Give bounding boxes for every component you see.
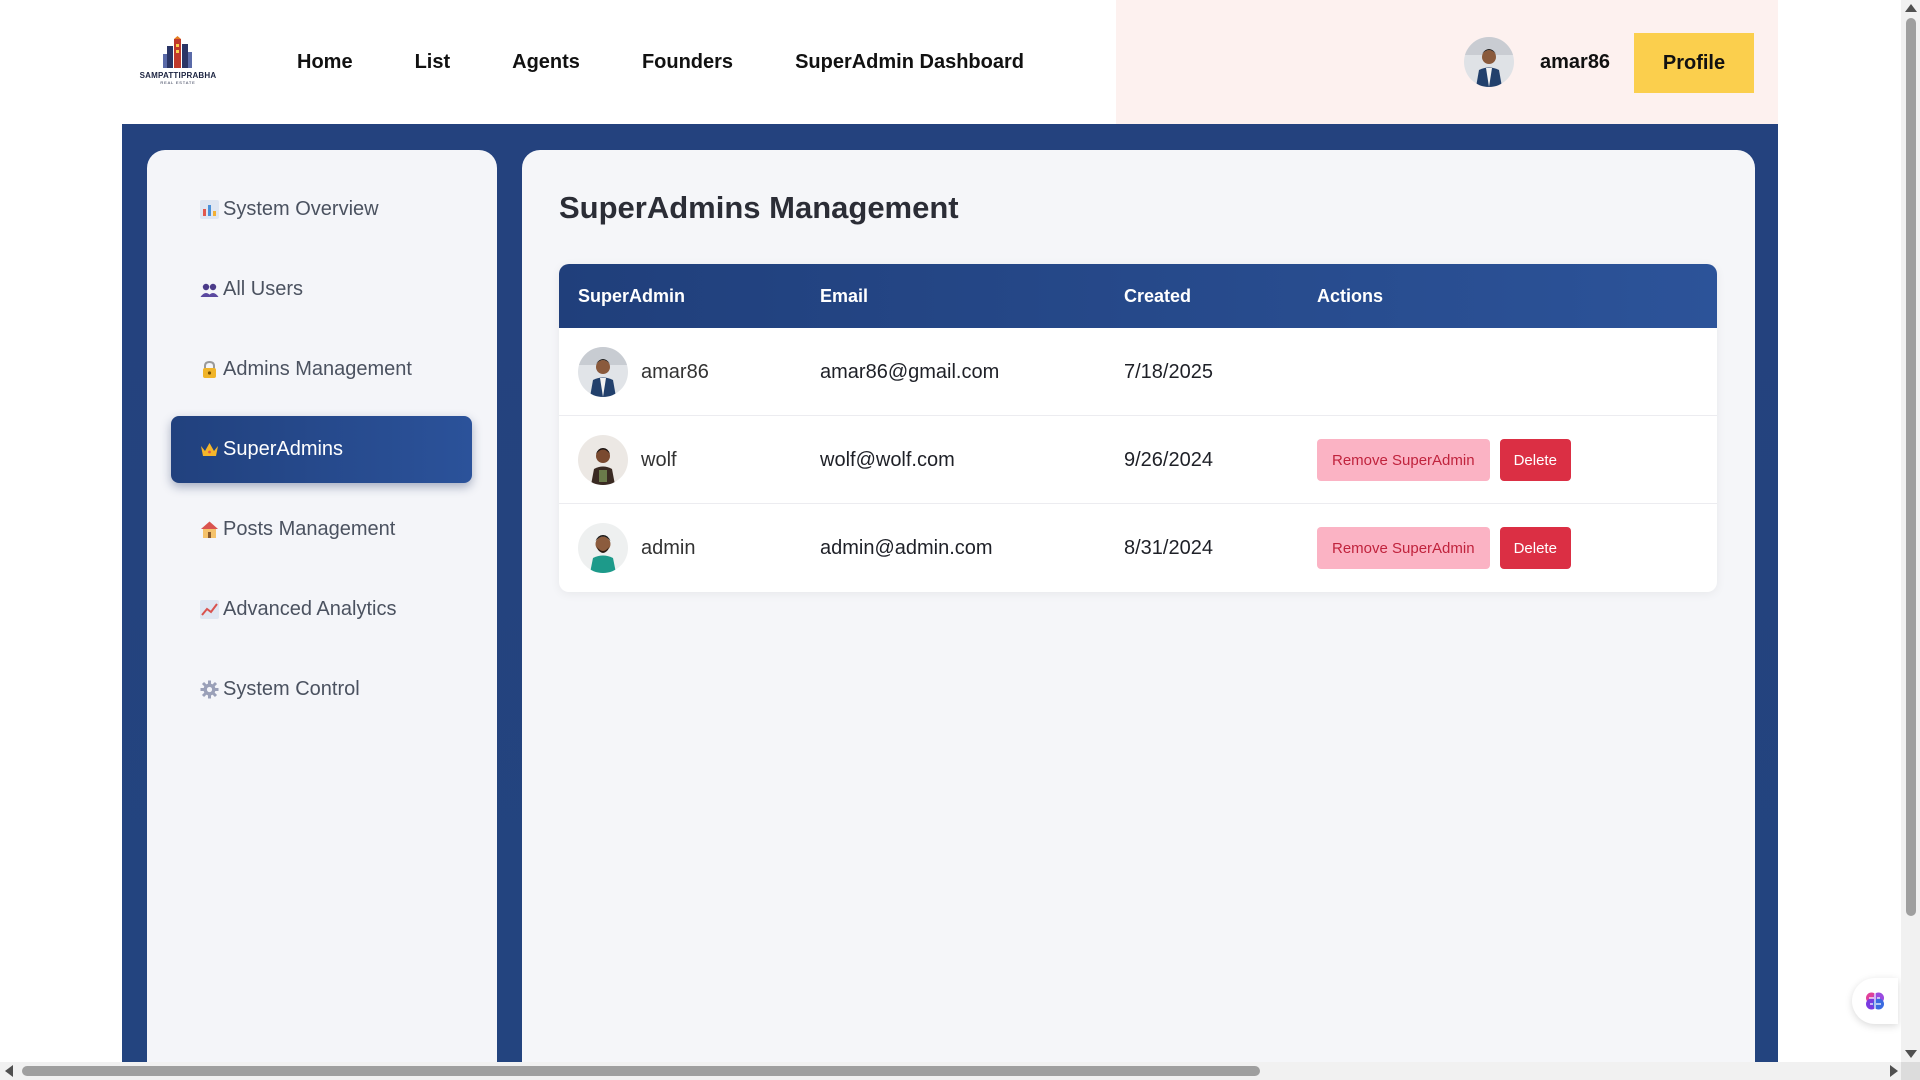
- scroll-up-arrow-icon[interactable]: [1905, 4, 1917, 12]
- vertical-scrollbar[interactable]: [1901, 0, 1920, 1062]
- crown-icon: [200, 440, 219, 459]
- scroll-right-arrow-icon[interactable]: [1890, 1065, 1898, 1077]
- brain-icon: [1866, 992, 1884, 1010]
- superadmin-name: wolf: [641, 448, 677, 471]
- avatar: [578, 523, 628, 573]
- sidebar-item-label: SuperAdmins: [223, 438, 344, 460]
- gear-icon: [200, 680, 219, 699]
- avatar: [578, 347, 628, 397]
- vertical-scroll-thumb[interactable]: [1906, 18, 1916, 916]
- main-nav: Home List Agents Founders SuperAdmin Das…: [297, 0, 1086, 124]
- avatar: [578, 435, 628, 485]
- horizontal-scrollbar[interactable]: [0, 1062, 1901, 1080]
- superadmin-cell: admin: [578, 504, 695, 592]
- remove-superadmin-button[interactable]: Remove SuperAdmin: [1317, 439, 1490, 481]
- scrollbar-corner: [1901, 1062, 1920, 1080]
- nav-superadmin-dashboard[interactable]: SuperAdmin Dashboard: [795, 51, 1024, 74]
- users-icon: [200, 280, 219, 299]
- sidebar-item-label: All Users: [223, 278, 304, 300]
- bar-chart-icon: [200, 200, 219, 219]
- sidebar-item-system-overview[interactable]: System Overview: [171, 176, 472, 243]
- sidebar-item-system-control[interactable]: System Control: [171, 656, 472, 723]
- superadmin-cell: amar86: [578, 328, 709, 416]
- scroll-left-arrow-icon[interactable]: [5, 1065, 13, 1077]
- superadmins-table: SuperAdmin Email Created Actions amar86 …: [559, 264, 1717, 592]
- superadmin-name: amar86: [641, 360, 709, 383]
- horizontal-scroll-thumb[interactable]: [22, 1066, 1260, 1076]
- trend-chart-icon: [200, 600, 219, 619]
- nav-username: amar86: [1540, 50, 1611, 73]
- sidebar-item-label: Posts Management: [223, 518, 396, 540]
- sidebar-item-label: System Overview: [223, 198, 379, 220]
- brand-logo[interactable]: SAMPATTIPRABHA REAL ESTATE: [140, 36, 216, 90]
- remove-superadmin-button[interactable]: Remove SuperAdmin: [1317, 527, 1490, 569]
- delete-button[interactable]: Delete: [1499, 439, 1571, 481]
- email-cell: wolf@wolf.com: [820, 448, 955, 471]
- column-header-superadmin: SuperAdmin: [578, 285, 686, 306]
- sidebar-item-all-users[interactable]: All Users: [171, 256, 472, 323]
- table-header: SuperAdmin Email Created Actions: [559, 264, 1717, 328]
- column-header-actions: Actions: [1317, 285, 1384, 306]
- sidebar-item-label: Admins Management: [223, 358, 412, 380]
- sidebar-item-advanced-analytics[interactable]: Advanced Analytics: [171, 576, 472, 643]
- scroll-down-arrow-icon[interactable]: [1905, 1050, 1917, 1058]
- table-row: wolf wolf@wolf.com 9/26/2024 Remove Supe…: [559, 416, 1717, 504]
- main-content: SuperAdmins Management SuperAdmin Email …: [522, 150, 1755, 1070]
- email-cell: amar86@gmail.com: [820, 360, 1000, 383]
- created-cell: 7/18/2025: [1124, 360, 1213, 383]
- created-cell: 8/31/2024: [1124, 536, 1213, 559]
- profile-button[interactable]: Profile: [1634, 33, 1754, 93]
- column-header-created: Created: [1124, 285, 1192, 306]
- brand-tagline: REAL ESTATE: [160, 80, 196, 85]
- sidebar-item-label: System Control: [223, 678, 360, 700]
- created-cell: 9/26/2024: [1124, 448, 1213, 471]
- table-row: amar86 amar86@gmail.com 7/18/2025: [559, 328, 1717, 416]
- superadmin-cell: wolf: [578, 416, 677, 504]
- lock-icon: [200, 360, 219, 379]
- nav-agents[interactable]: Agents: [512, 51, 580, 74]
- house-icon: [200, 520, 219, 539]
- sidebar-item-label: Advanced Analytics: [223, 598, 397, 620]
- sidebar-item-posts-management[interactable]: Posts Management: [171, 496, 472, 563]
- actions-cell: Remove SuperAdmin Delete: [1317, 416, 1571, 504]
- page-title: SuperAdmins Management: [559, 190, 959, 225]
- building-logo-icon: [163, 36, 192, 68]
- column-header-email: Email: [820, 285, 869, 306]
- email-cell: admin@admin.com: [820, 536, 993, 559]
- sidebar-item-admins-management[interactable]: Admins Management: [171, 336, 472, 403]
- delete-button[interactable]: Delete: [1499, 527, 1571, 569]
- nav-list[interactable]: List: [415, 51, 451, 74]
- nav-founders[interactable]: Founders: [642, 51, 733, 74]
- sidebar-item-superadmins[interactable]: SuperAdmins: [171, 416, 472, 483]
- table-row: admin admin@admin.com 8/31/2024 Remove S…: [559, 504, 1717, 592]
- sidebar: System Overview All Users Admins Managem…: [147, 150, 497, 1070]
- actions-cell: Remove SuperAdmin Delete: [1317, 504, 1571, 592]
- nav-user[interactable]: amar86: [1464, 37, 1610, 87]
- brand-name: SAMPATTIPRABHA: [139, 71, 217, 80]
- avatar: [1464, 37, 1514, 87]
- nav-home[interactable]: Home: [297, 51, 353, 74]
- superadmin-name: admin: [641, 536, 696, 559]
- assistant-widget[interactable]: [1852, 978, 1898, 1024]
